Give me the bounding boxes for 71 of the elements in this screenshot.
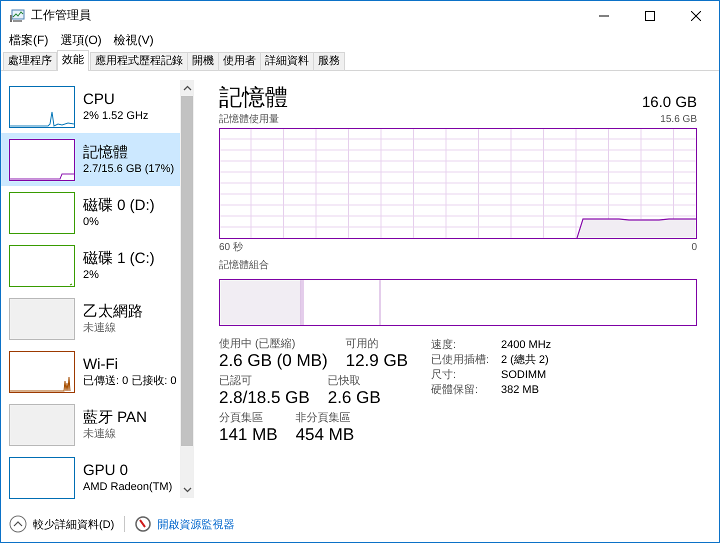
window-title: 工作管理員 xyxy=(31,7,91,24)
item-name: 磁碟 0 (D:) xyxy=(83,196,155,214)
item-name: Wi-Fi xyxy=(83,356,119,374)
detail-label: 已使用插槽: xyxy=(431,353,490,368)
stat-value: 2.6 GB (0 MB) xyxy=(219,351,328,371)
fewer-details-button[interactable]: 較少詳細資料(D) xyxy=(9,515,114,533)
axis-label: 0 xyxy=(691,241,697,255)
sidebar-item[interactable]: 磁碟 1 (C:) 2% xyxy=(1,239,180,292)
item-detail: 2.7/15.6 GB (17%) xyxy=(83,162,174,176)
sidebar-item[interactable]: 乙太網路 未連線 xyxy=(1,292,180,345)
sidebar-item[interactable]: Wi-Fi 已傳送: 0 已接收: 0 xyxy=(1,345,180,398)
sidebar-item[interactable]: 藍牙 PAN 未連線 xyxy=(1,398,180,451)
chart-label: 記憶體使用量 xyxy=(219,113,279,127)
section-title: 記憶體 xyxy=(219,83,288,111)
tab[interactable]: 服務 xyxy=(313,52,345,70)
item-detail: 0% xyxy=(83,214,100,228)
chevron-up-icon xyxy=(9,515,27,533)
detail-value: 2400 MHz xyxy=(501,338,552,353)
tab[interactable]: 處理程序 xyxy=(3,52,57,70)
total-memory: 16.0 GB xyxy=(642,94,697,111)
maximize-icon xyxy=(645,10,655,20)
stat-label: 非分頁集區 xyxy=(296,412,352,425)
item-name: 磁碟 1 (C:) xyxy=(83,250,155,268)
stat-label: 分頁集區 xyxy=(219,412,264,425)
close-icon xyxy=(691,10,701,20)
tab[interactable]: 詳細資料 xyxy=(260,52,314,70)
resource-monitor-link[interactable]: 開啟資源監視器 xyxy=(157,516,234,532)
detail-label: 硬體保留: xyxy=(431,383,480,398)
tab[interactable]: 效能 xyxy=(57,50,89,71)
detail-value: 382 MB xyxy=(501,383,540,398)
menu-item[interactable]: 檢視(V) xyxy=(108,32,160,48)
item-name: 乙太網路 xyxy=(83,302,143,320)
sidebar-item[interactable]: GPU 0 AMD Radeon(TM) xyxy=(1,451,180,504)
app-icon xyxy=(9,8,25,22)
stat-value: 141 MB xyxy=(219,425,278,445)
stat-label: 使用中 (已壓縮) xyxy=(219,338,296,351)
chart-label: 記憶體組合 xyxy=(219,259,270,273)
detail-label: 速度: xyxy=(431,338,458,353)
item-detail: 未連線 xyxy=(83,426,117,440)
tab[interactable]: 應用程式歷程記錄 xyxy=(90,52,188,70)
item-detail: 2% xyxy=(83,268,100,282)
stat-value: 2.6 GB xyxy=(328,388,381,408)
gauge-icon xyxy=(135,516,152,532)
tab[interactable]: 使用者 xyxy=(218,52,261,70)
sidebar-item[interactable]: CPU 2% 1.52 GHz xyxy=(1,80,180,133)
menu-item[interactable]: 檔案(F) xyxy=(3,32,54,48)
scrollbar-thumb[interactable] xyxy=(181,96,193,446)
item-detail: 已傳送: 0 已接收: 0 xyxy=(83,374,177,388)
detail-value: SODIMM xyxy=(501,368,548,383)
sidebar-item[interactable]: 磁碟 0 (D:) 0% xyxy=(1,186,180,239)
scrollbar[interactable] xyxy=(180,80,194,498)
stat-value: 2.8/18.5 GB xyxy=(219,388,310,408)
item-name: CPU xyxy=(83,90,116,108)
axis-label: 60 秒 xyxy=(219,241,243,255)
sidebar-item[interactable]: 記憶體 2.7/15.6 GB (17%) xyxy=(1,133,180,186)
item-name: 記憶體 xyxy=(83,144,129,162)
stat-value: 454 MB xyxy=(296,425,354,445)
item-detail: AMD Radeon(TM) xyxy=(83,480,172,494)
item-detail: 未連線 xyxy=(83,320,117,334)
menu-item[interactable]: 選項(O) xyxy=(54,32,108,48)
stat-value: 12.9 GB xyxy=(346,351,408,371)
item-name: GPU 0 xyxy=(83,462,130,480)
detail-value: 2 (總共 2) xyxy=(501,353,550,368)
stat-label: 已快取 xyxy=(328,375,362,388)
detail-label: 尺寸: xyxy=(431,368,458,383)
stat-label: 可用的 xyxy=(346,338,380,351)
stat-label: 已認可 xyxy=(219,375,253,388)
chart-max-label: 15.6 GB xyxy=(660,113,697,127)
item-name: 藍牙 PAN xyxy=(83,408,147,426)
item-detail: 2% 1.52 GHz xyxy=(83,108,148,122)
tab[interactable]: 開機 xyxy=(187,52,219,70)
